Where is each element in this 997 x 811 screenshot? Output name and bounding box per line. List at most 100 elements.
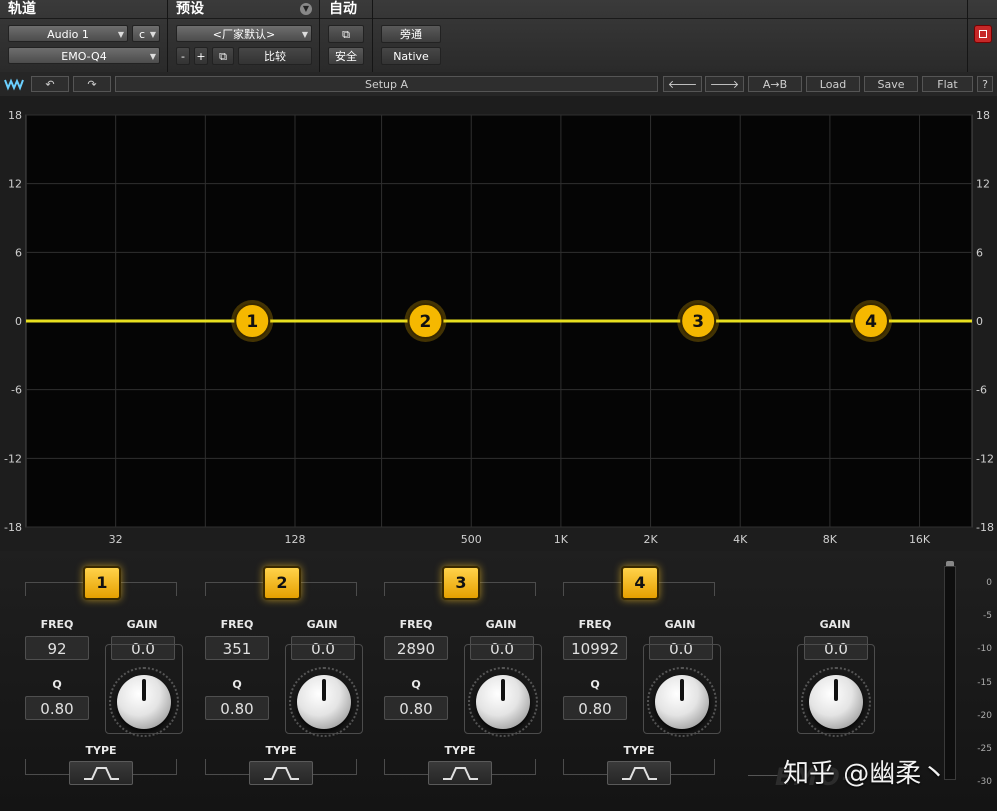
band-2-gain-knob[interactable]: [297, 675, 351, 729]
preset-plus-button[interactable]: +: [194, 47, 208, 65]
freq-label: FREQ: [220, 618, 254, 631]
y-tick-label: 0: [15, 315, 22, 328]
host-header: 轨道 Audio 1 ▼ c ▼ EMO-Q4 ▼ 预设 ▼ <厂家默认> ▼ …: [0, 0, 997, 73]
channel-dropdown[interactable]: c ▼: [132, 25, 160, 42]
meter-tick-label: -10: [977, 644, 992, 655]
waves-logo-icon[interactable]: [4, 76, 26, 92]
y-tick-label: -18: [4, 521, 22, 534]
band-2: 2 FREQ 351 Q 0.80 GAIN 0.0 TYPE: [205, 551, 385, 811]
y-axis-right: 18 12 6 0 -6 -12 -18: [976, 109, 994, 534]
band-node-3[interactable]: 3: [677, 300, 720, 342]
gain-label: GAIN: [306, 618, 338, 631]
flat-button[interactable]: Flat: [922, 76, 973, 92]
band-4-enable-button[interactable]: 4: [621, 566, 659, 600]
x-tick-label: 128: [284, 533, 305, 546]
bell-filter-icon: [622, 767, 657, 780]
band-1-q-field[interactable]: 0.80: [25, 696, 89, 720]
band-4-type-button[interactable]: [607, 761, 671, 785]
load-button[interactable]: Load: [806, 76, 860, 92]
save-button[interactable]: Save: [864, 76, 918, 92]
meter-tick-label: 0: [986, 578, 992, 588]
plugin-toolbar: ↶ ↷ Setup A 🡐 🡒 A→B Load Save Flat ?: [0, 72, 997, 97]
chevron-down-icon: ▼: [117, 30, 124, 39]
meter-tick-label: -25: [977, 744, 992, 754]
compare-button[interactable]: 比较: [238, 47, 312, 65]
band-3-type-button[interactable]: [428, 761, 492, 785]
band-2-freq-field[interactable]: 351: [205, 636, 269, 660]
band-2-type-button[interactable]: [249, 761, 313, 785]
band-node-4[interactable]: 4: [849, 300, 892, 342]
gain-label: GAIN: [485, 618, 517, 631]
track-dropdown[interactable]: Audio 1 ▼: [8, 25, 128, 42]
band-1-type-button[interactable]: [69, 761, 133, 785]
output-gain-knob[interactable]: [809, 675, 863, 729]
band-4-gain-knob[interactable]: [655, 675, 709, 729]
band-4-freq-field[interactable]: 10992: [563, 636, 627, 660]
gain-label: GAIN: [126, 618, 158, 631]
watermark-text: 知乎 @幽柔丶: [783, 759, 948, 789]
band-4-q-field[interactable]: 0.80: [563, 696, 627, 720]
close-plugin-button[interactable]: [974, 25, 992, 43]
help-button[interactable]: ?: [977, 76, 993, 92]
x-tick-label: 2K: [643, 533, 658, 546]
plugin-name: EMO-Q4: [61, 50, 107, 63]
output-level-meter: [944, 566, 956, 780]
band-3-gain-knob[interactable]: [476, 675, 530, 729]
knob-pointer: [322, 679, 326, 701]
redo-icon[interactable]: ↷: [73, 76, 111, 92]
chevron-down-icon: ▼: [149, 52, 156, 61]
x-tick-label: 500: [461, 533, 482, 546]
eq-graph-area: 18 12 6 0 -6 -12 -18 18 12 6 0 -6 -12 -18 32 128 500 1K…: [0, 96, 997, 551]
x-tick-label: 32: [109, 533, 123, 546]
auto-section-title: 自动: [329, 1, 357, 17]
q-label: Q: [232, 678, 242, 691]
close-icon: [979, 30, 987, 38]
eq-graph[interactable]: 181260-6-12-18 181260-6-12-18 32 128 500 1K…: [0, 96, 997, 551]
chevron-down-icon: ▼: [149, 30, 156, 39]
band-3-enable-button[interactable]: 3: [442, 566, 480, 600]
band-3-q-field[interactable]: 0.80: [384, 696, 448, 720]
band-1-enable-button[interactable]: 1: [83, 566, 121, 600]
band-2-enable-button[interactable]: 2: [263, 566, 301, 600]
y-tick-label: -18: [976, 521, 994, 534]
plugin-dropdown[interactable]: EMO-Q4 ▼: [8, 47, 160, 64]
q-label: Q: [590, 678, 600, 691]
safe-button[interactable]: 安全: [328, 47, 364, 65]
chevron-down-icon: ▼: [301, 30, 308, 39]
y-tick-label: 18: [8, 109, 22, 122]
preset-copy-icon[interactable]: ⧉: [212, 47, 234, 65]
preset-minus-button[interactable]: -: [176, 47, 190, 65]
preset-dropdown[interactable]: <厂家默认> ▼: [176, 25, 312, 42]
band-3-freq-field[interactable]: 2890: [384, 636, 448, 660]
knob-pointer: [680, 679, 684, 701]
meter-tick-label: -30: [977, 777, 992, 788]
band-node-2[interactable]: 2: [404, 300, 447, 342]
band-1-gain-knob[interactable]: [117, 675, 171, 729]
bypass-button[interactable]: 旁通: [381, 25, 441, 43]
q-label: Q: [52, 678, 62, 691]
setup-name-display[interactable]: Setup A: [115, 76, 658, 92]
x-tick-label: 4K: [733, 533, 748, 546]
next-setup-arrow-icon[interactable]: 🡒: [705, 76, 744, 92]
x-axis: 32 128 500 1K 2K 4K 8K 16K: [109, 533, 931, 546]
y-tick-label: -6: [11, 384, 22, 397]
preset-menu-icon[interactable]: ▼: [300, 3, 312, 15]
y-tick-label: -12: [976, 452, 994, 465]
native-button[interactable]: Native: [381, 47, 441, 65]
prev-setup-arrow-icon[interactable]: 🡐: [663, 76, 702, 92]
a-to-b-button[interactable]: A→B: [748, 76, 802, 92]
undo-icon[interactable]: ↶: [31, 76, 69, 92]
y-tick-label: 12: [976, 178, 990, 191]
type-label: TYPE: [85, 744, 117, 757]
band-2-q-field[interactable]: 0.80: [205, 696, 269, 720]
freq-label: FREQ: [578, 618, 612, 631]
node-label: 4: [865, 312, 877, 332]
band-1-freq-field[interactable]: 92: [25, 636, 89, 660]
band-1: 1 FREQ 92 Q 0.80 GAIN 0.0 TYPE: [25, 551, 205, 811]
band-node-1[interactable]: 1: [231, 300, 274, 342]
automation-window-icon[interactable]: ⧉: [328, 25, 364, 43]
freq-label: FREQ: [399, 618, 433, 631]
header-separator: [967, 0, 968, 72]
bell-filter-icon: [84, 767, 119, 780]
freq-label: FREQ: [40, 618, 74, 631]
